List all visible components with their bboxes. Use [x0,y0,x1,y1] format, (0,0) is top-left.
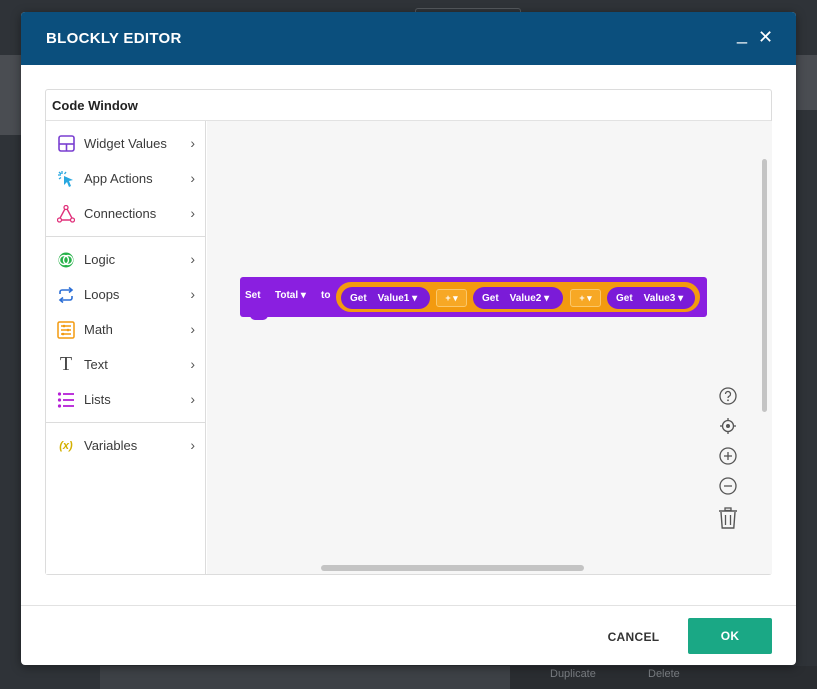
dialog-title: BLOCKLY EDITOR [46,30,182,47]
background-bottom-bar [100,666,510,689]
footer-divider [21,605,796,606]
get-value-name: Value1 [377,292,410,304]
workspace-vertical-scrollbar[interactable] [762,159,767,412]
app-actions-icon [57,170,75,188]
chevron-right-icon: › [190,437,195,453]
chevron-right-icon: › [190,170,195,186]
operator-dropdown-2[interactable]: + ▾ [570,289,601,307]
help-icon[interactable] [717,385,739,407]
get-value-dropdown[interactable]: Value3 ▾ [644,293,684,304]
toolbox-item-widget-values[interactable]: Widget Values › [46,126,205,161]
blockly-editor-dialog: BLOCKLY EDITOR _ ✕ Code Window Widget Va… [21,12,796,665]
zoom-in-icon[interactable] [717,445,739,467]
toolbox-item-app-actions[interactable]: App Actions › [46,161,205,196]
toolbox-label: Math [84,322,113,337]
toolbox-item-math[interactable]: Math › [46,312,205,347]
cancel-button[interactable]: CANCEL [596,620,671,654]
toolbox-item-variables[interactable]: (x) Variables › [46,428,205,463]
toolbox-item-connections[interactable]: Connections › [46,196,205,231]
toolbox-label: Variables [84,438,138,453]
widget-values-icon [57,135,75,153]
code-window-title: Code Window [46,90,771,121]
variable-dropdown[interactable]: Total ▾ [275,290,306,301]
toolbox-label: Connections [84,206,157,221]
background-panel-right [796,55,817,110]
chevron-right-icon: › [190,321,195,337]
toolbox-label: Lists [84,392,111,407]
get-label: Get [350,292,367,304]
operator-dropdown-1[interactable]: + ▾ [436,289,467,307]
loops-icon [57,286,75,304]
background-bottom-actions: Duplicate Delete [510,666,817,689]
chevron-right-icon: › [190,391,195,407]
blockly-workspace[interactable]: Set Total ▾ to Get Value1 ▾ + ▾ Get Valu… [207,121,772,574]
toolbox: Widget Values › App Actions › Connection… [46,121,206,574]
toolbox-label: Text [84,357,108,372]
get-block-value1[interactable]: Get Value1 ▾ [341,287,430,309]
toolbox-item-text[interactable]: T Text › [46,347,205,382]
lists-icon [57,391,75,409]
chevron-right-icon: › [190,205,195,221]
get-value-dropdown[interactable]: Value2 ▾ [510,293,550,304]
math-icon [57,320,75,339]
block-set-label: Set [245,290,261,301]
logic-icon [57,251,75,269]
chevron-right-icon: › [190,356,195,372]
toolbox-label: Widget Values [84,136,167,151]
variables-icon: (x) [59,439,73,452]
chevron-right-icon: › [190,251,195,267]
toolbox-divider [46,236,205,237]
text-icon: T [59,353,73,375]
operator-symbol: + [579,293,585,303]
get-label: Get [482,292,499,304]
operator-symbol: + [445,293,451,303]
chevron-right-icon: › [190,286,195,302]
chevron-right-icon: › [190,135,195,151]
background-delete-label: Delete [648,668,680,680]
workspace-horizontal-scrollbar[interactable] [321,565,584,571]
toolbox-item-logic[interactable]: Logic › [46,242,205,277]
minimize-button[interactable]: _ [737,22,747,46]
block-notch [250,311,268,320]
toolbox-divider [46,422,205,423]
get-block-value3[interactable]: Get Value3 ▾ [607,287,695,309]
get-block-value2[interactable]: Get Value2 ▾ [473,287,563,309]
background-duplicate-label: Duplicate [550,668,596,680]
arithmetic-expression-block[interactable]: Get Value1 ▾ + ▾ Get Value2 ▾ + ▾ Get Va… [336,282,700,312]
ok-button[interactable]: OK [688,618,772,654]
get-value-name: Value3 [643,292,676,304]
close-button[interactable]: ✕ [758,25,773,49]
variable-name: Total [275,290,299,301]
block-to-label: to [321,290,331,301]
background-panel-left [0,55,21,135]
toolbox-label: Loops [84,287,120,302]
toolbox-label: Logic [84,252,116,267]
get-value-name: Value2 [509,292,542,304]
get-label: Get [616,292,633,304]
recenter-icon[interactable] [717,415,739,437]
toolbox-item-loops[interactable]: Loops › [46,277,205,312]
connections-icon [57,204,75,223]
toolbox-label: App Actions [84,171,153,186]
set-variable-block[interactable]: Set Total ▾ to Get Value1 ▾ + ▾ Get Valu… [240,277,707,320]
toolbox-item-lists[interactable]: Lists › [46,382,205,417]
dialog-header: BLOCKLY EDITOR _ ✕ [21,12,796,65]
zoom-out-icon[interactable] [717,475,739,497]
get-value-dropdown[interactable]: Value1 ▾ [378,293,418,304]
code-window: Code Window Widget Values › App Actions … [45,89,772,575]
trash-icon[interactable] [717,507,739,529]
